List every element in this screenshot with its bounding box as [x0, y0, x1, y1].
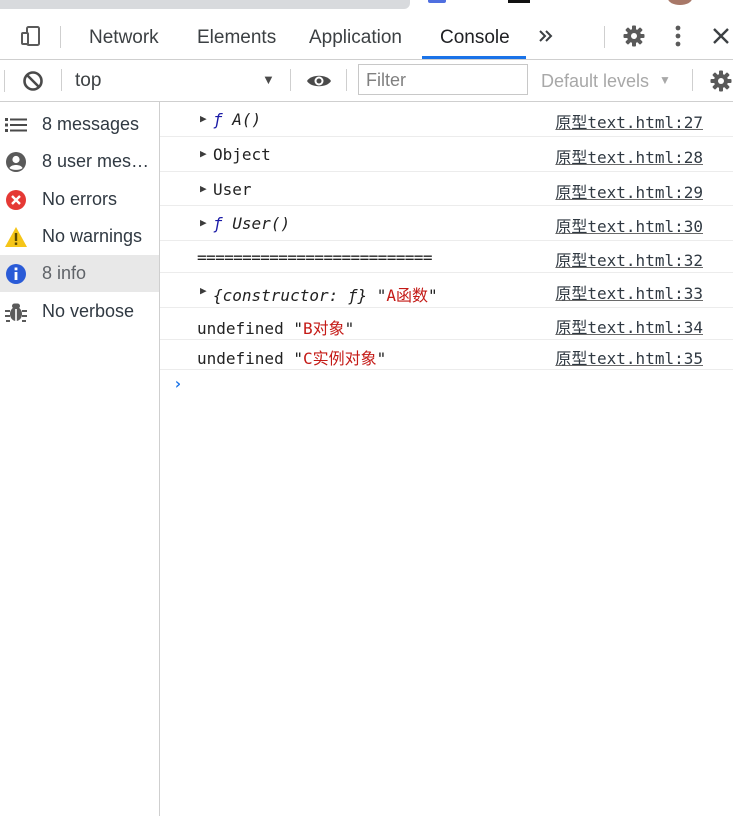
- sidebar-item-label: 8 info: [42, 263, 87, 283]
- user-icon: [1, 143, 31, 180]
- console-row: ========================== 原型text.html:3…: [160, 241, 733, 273]
- console-output: ▶ ƒ A() 原型text.html:27 ▶ Object 原型text.h…: [160, 102, 733, 816]
- extension-icon[interactable]: [508, 0, 530, 3]
- toolbar-divider: [60, 26, 61, 48]
- toolbar-divider: [61, 69, 62, 91]
- console-row[interactable]: ▶ User 原型text.html:29: [160, 172, 733, 206]
- sidebar-item-warnings[interactable]: No warnings: [0, 218, 159, 255]
- tab-console[interactable]: Console: [440, 12, 510, 59]
- sidebar-item-messages[interactable]: 8 messages: [0, 106, 159, 143]
- browser-top-strip: [0, 0, 733, 12]
- tab-application[interactable]: Application: [309, 12, 402, 59]
- console-toolbar: top ▼ Default levels ▼: [0, 60, 733, 102]
- sidebar-item-info[interactable]: 8 info: [0, 255, 159, 292]
- warning-icon: [1, 218, 31, 255]
- toolbar-divider: [692, 69, 693, 91]
- toolbar-divider: [604, 26, 605, 48]
- filter-input[interactable]: [358, 64, 528, 95]
- expand-triangle-icon[interactable]: ▶: [200, 182, 207, 195]
- console-settings-gear-icon[interactable]: [708, 60, 733, 101]
- list-icon: [1, 106, 31, 143]
- source-link[interactable]: 原型text.html:28: [555, 144, 703, 168]
- live-expression-eye-icon[interactable]: [304, 60, 334, 101]
- log-text: Object: [213, 145, 271, 164]
- console-prompt[interactable]: ›: [173, 374, 183, 393]
- log-object: {constructor: ƒ}: [213, 286, 368, 305]
- profile-avatar[interactable]: [668, 0, 692, 5]
- toolbar-divider: [346, 69, 347, 91]
- bug-icon: [1, 293, 31, 330]
- active-tab-indicator: [422, 56, 526, 59]
- log-string: C实例对象: [302, 349, 377, 368]
- console-row[interactable]: ▶ ƒ User() 原型text.html:30: [160, 206, 733, 241]
- log-text: User(): [232, 214, 291, 233]
- sidebar-item-label: No errors: [42, 189, 118, 209]
- dropdown-arrow-icon[interactable]: ▼: [262, 72, 275, 87]
- devtools-tab-bar: Network Elements Application Console: [0, 12, 733, 60]
- log-levels-dropdown[interactable]: Default levels: [541, 60, 649, 101]
- toolbar-divider: [290, 69, 291, 91]
- device-toolbar-icon[interactable]: [14, 12, 46, 59]
- log-string: B对象: [302, 319, 345, 338]
- source-link[interactable]: 原型text.html:29: [555, 179, 703, 203]
- console-row: undefined "B对象" 原型text.html:34: [160, 308, 733, 340]
- source-link[interactable]: 原型text.html:30: [555, 213, 703, 237]
- extension-icon[interactable]: [428, 0, 446, 3]
- settings-gear-icon[interactable]: [620, 12, 648, 59]
- expand-triangle-icon[interactable]: ▶: [200, 284, 207, 297]
- more-tabs-icon[interactable]: [534, 12, 558, 59]
- expand-triangle-icon[interactable]: ▶: [200, 216, 207, 229]
- browser-tab-strip: [0, 0, 410, 9]
- sidebar-item-verbose[interactable]: No verbose: [0, 293, 159, 330]
- clear-console-icon[interactable]: [20, 60, 46, 101]
- sidebar-item-user-messages[interactable]: 8 user messages: [0, 143, 159, 180]
- expand-triangle-icon[interactable]: ▶: [200, 112, 207, 125]
- context-selector[interactable]: top: [75, 60, 101, 101]
- console-row: undefined "C实例对象" 原型text.html:35: [160, 340, 733, 370]
- log-text: ==========================: [197, 248, 432, 267]
- source-link[interactable]: 原型text.html:35: [555, 345, 703, 369]
- console-row[interactable]: ▶ Object 原型text.html:28: [160, 137, 733, 172]
- toolbar-divider: [0, 60, 8, 101]
- sidebar-item-errors[interactable]: No errors: [0, 181, 159, 218]
- source-link[interactable]: 原型text.html:34: [555, 314, 703, 338]
- source-link[interactable]: 原型text.html:32: [555, 247, 703, 271]
- log-text: A(): [232, 110, 262, 129]
- dropdown-arrow-icon[interactable]: ▼: [659, 73, 671, 87]
- function-symbol: ƒ: [213, 214, 223, 233]
- tab-elements[interactable]: Elements: [197, 12, 276, 59]
- log-text: User: [213, 180, 252, 199]
- log-text: undefined: [197, 319, 284, 338]
- console-row[interactable]: ▶ {constructor: ƒ} "A函数" 原型text.html:33: [160, 273, 733, 308]
- tab-network[interactable]: Network: [89, 12, 159, 59]
- console-sidebar: 8 messages 8 user messages No errors No …: [0, 102, 160, 816]
- console-row[interactable]: ▶ ƒ A() 原型text.html:27: [160, 102, 733, 137]
- sidebar-item-label: No warnings: [42, 226, 143, 246]
- sidebar-item-label: 8 messages: [42, 114, 140, 134]
- sidebar-item-label: 8 user messages: [42, 151, 154, 171]
- source-link[interactable]: 原型text.html:27: [555, 109, 703, 133]
- more-options-icon[interactable]: [668, 12, 688, 59]
- close-icon[interactable]: [710, 12, 732, 59]
- info-icon: [1, 255, 31, 292]
- function-symbol: ƒ: [213, 110, 223, 129]
- log-text: undefined: [197, 349, 284, 368]
- expand-triangle-icon[interactable]: ▶: [200, 147, 207, 160]
- sidebar-item-label: No verbose: [42, 301, 135, 321]
- error-icon: [1, 181, 31, 218]
- source-link[interactable]: 原型text.html:33: [555, 280, 703, 304]
- log-string: A函数: [386, 286, 429, 305]
